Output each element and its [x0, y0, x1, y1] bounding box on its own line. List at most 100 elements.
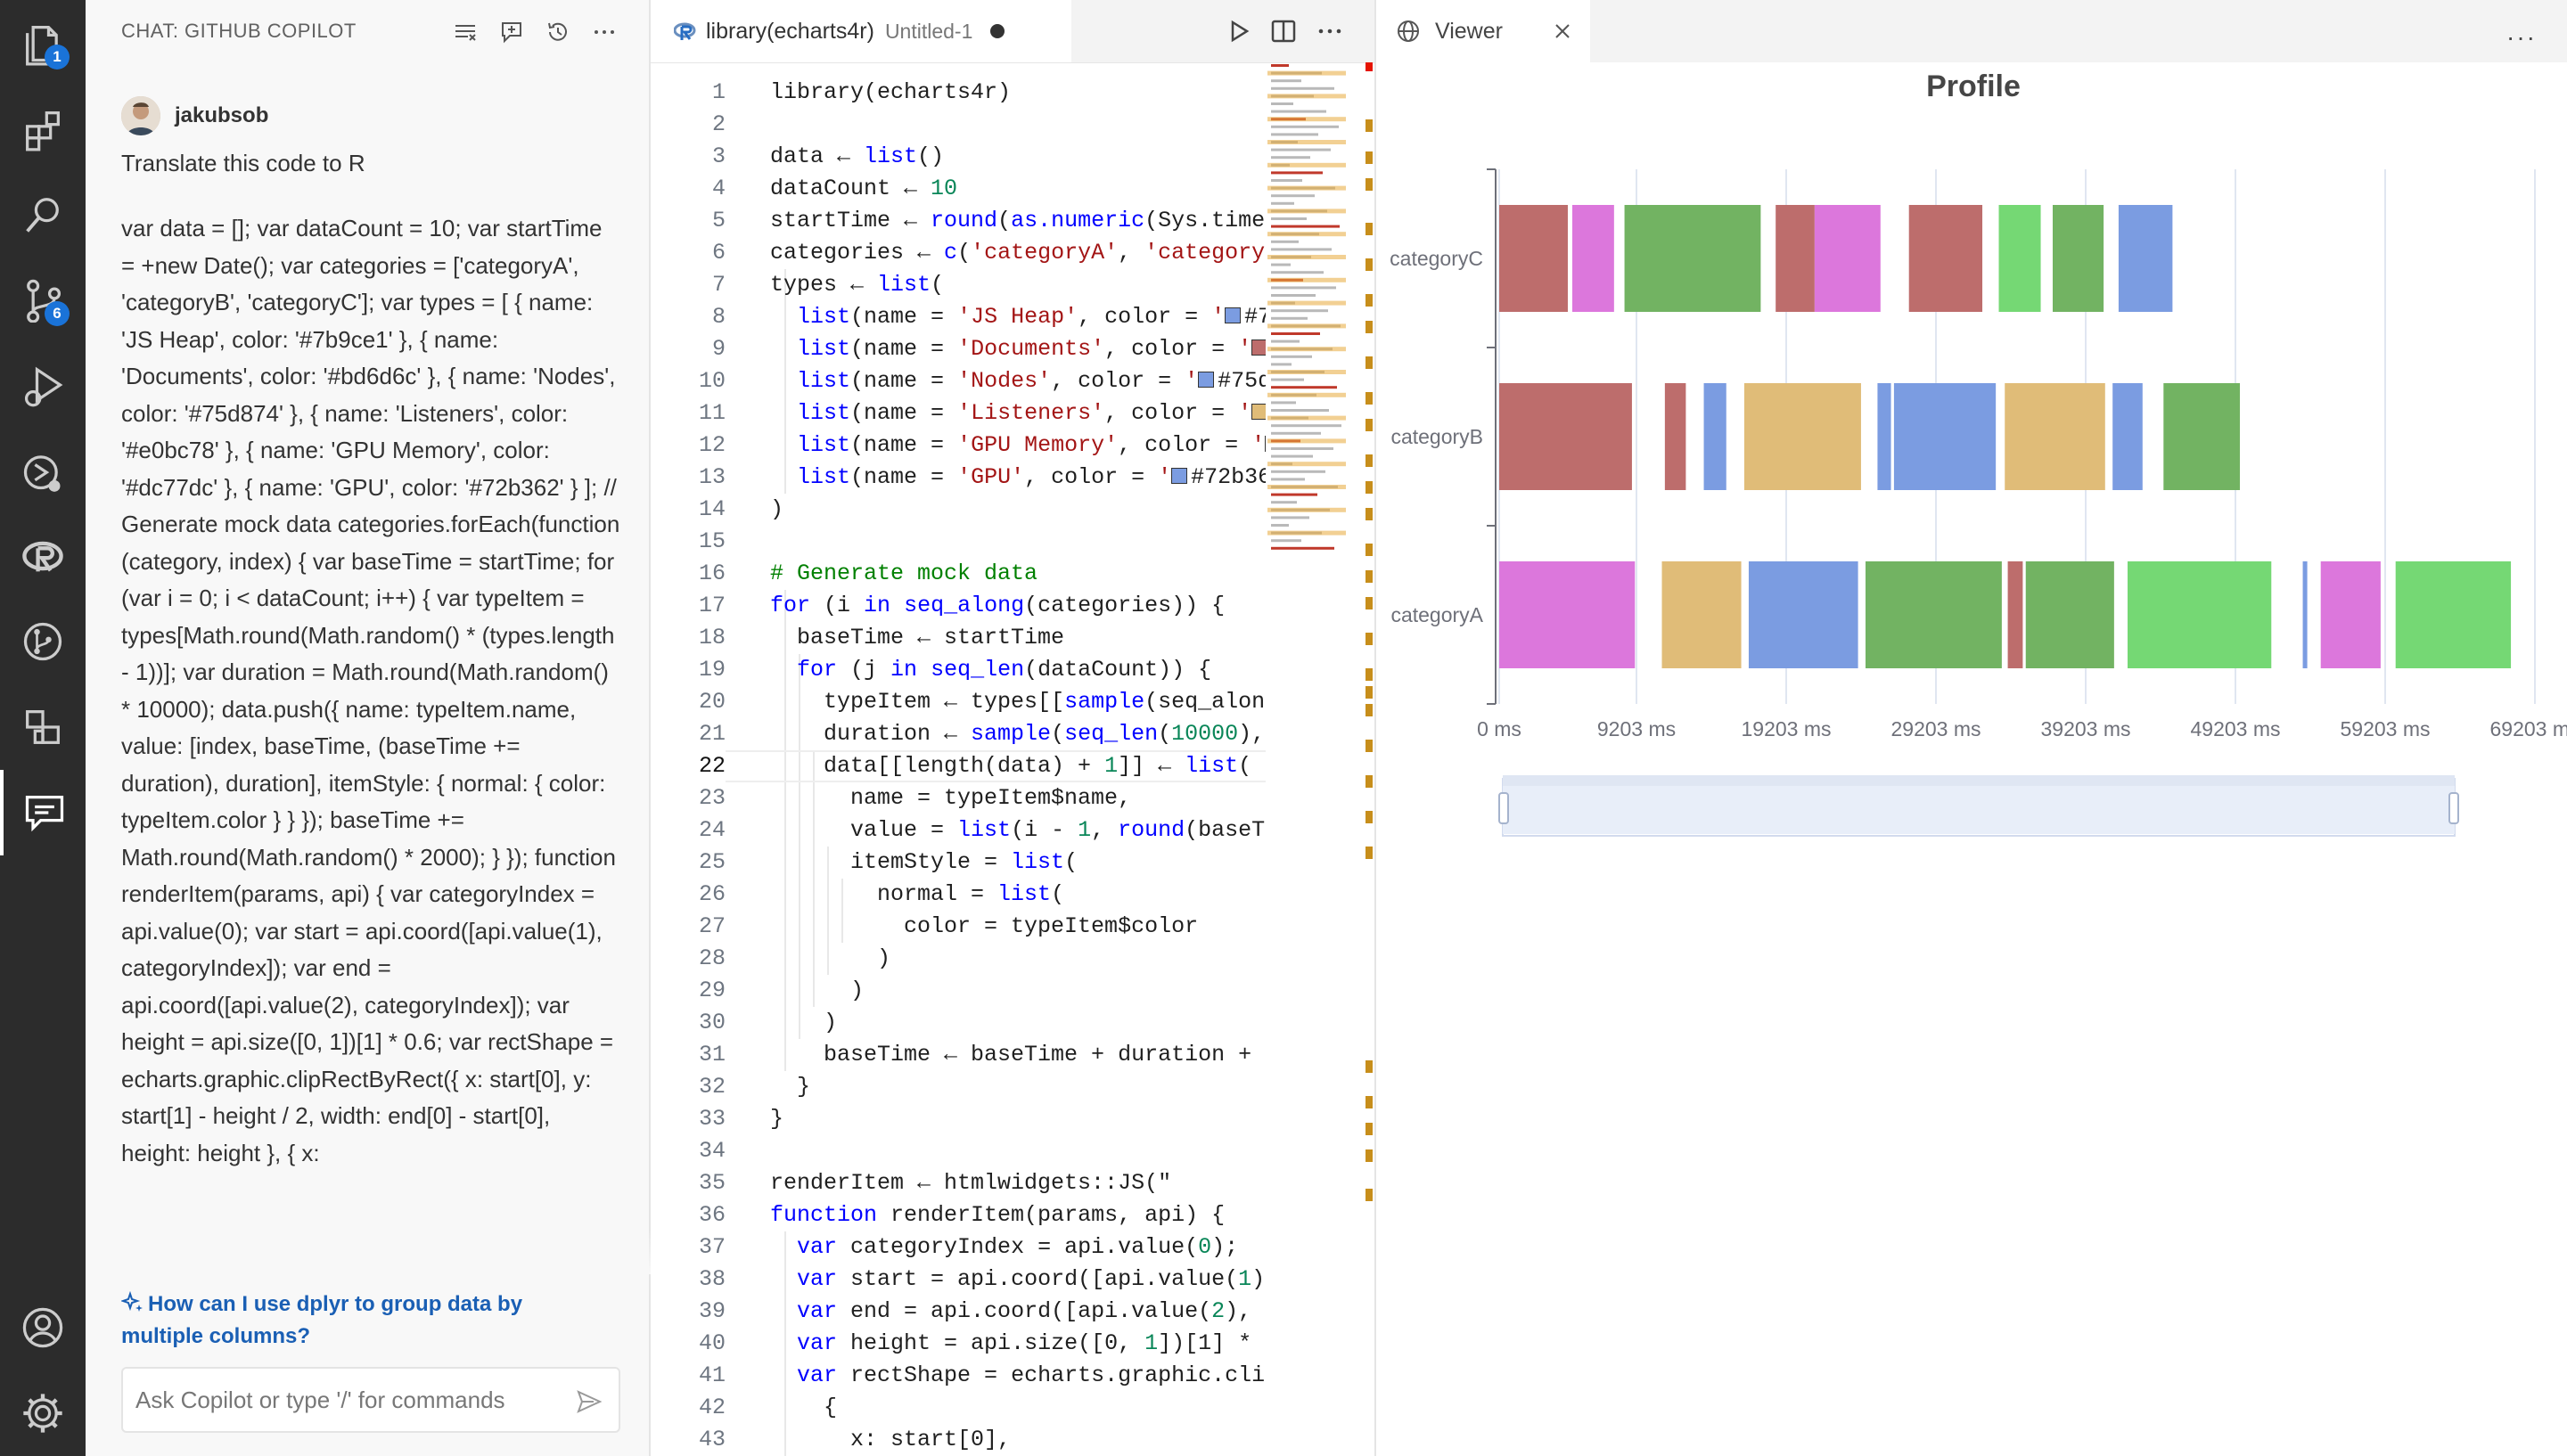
account-button[interactable] [0, 1285, 86, 1370]
profile-bar-js-heap[interactable] [1703, 383, 1726, 490]
profile-bar-listeners[interactable] [1743, 383, 1861, 490]
code-line[interactable]: 6 categories ← c('categoryA', 'category [651, 237, 1266, 269]
code-line[interactable]: 5 startTime ← round(as.numeric(Sys.time [651, 205, 1266, 237]
profile-bar-documents[interactable] [1776, 205, 1815, 312]
code-line[interactable]: 12 list(name = 'GPU Memory', color = ' [651, 429, 1266, 462]
split-editor-icon[interactable] [1269, 17, 1298, 45]
profile-bar-gpu-memory[interactable] [1814, 205, 1881, 312]
run-debug-button[interactable] [0, 342, 86, 428]
code-line[interactable]: 13 list(name = 'GPU', color = ' #72b36 [651, 462, 1266, 494]
git-graph-button[interactable] [0, 599, 86, 684]
code-line[interactable]: 8 list(name = 'JS Heap', color = ' #7 [651, 301, 1266, 333]
profile-bar-js-heap[interactable] [1893, 383, 1997, 490]
code-line[interactable]: 41 var rectShape = echarts.graphic.clip [651, 1360, 1266, 1392]
followup-suggestion[interactable]: How can I use dplyr to group data by mul… [119, 1288, 603, 1353]
profile-bar-gpu[interactable] [2052, 205, 2104, 312]
profile-bar-listeners[interactable] [2005, 383, 2105, 490]
more-actions-icon[interactable] [592, 20, 617, 45]
profile-bar-nodes[interactable] [2127, 561, 2272, 668]
code-line[interactable]: 34 [651, 1135, 1266, 1167]
code-line[interactable]: 16 # Generate mock data [651, 558, 1266, 590]
r-button[interactable] [0, 513, 86, 599]
settings-gear-button[interactable] [0, 1370, 86, 1456]
datazoom-move-handle[interactable] [1503, 775, 2455, 786]
close-icon[interactable] [1553, 21, 1572, 41]
profile-bar-gpu[interactable] [2025, 561, 2114, 668]
chat-button[interactable] [0, 770, 86, 855]
code-line[interactable]: 11 list(name = 'Listeners', color = ' [651, 397, 1266, 429]
code-line[interactable]: 3 data ← list() [651, 141, 1266, 173]
code-line[interactable]: 10 list(name = 'Nodes', color = ' #75d [651, 365, 1266, 397]
viewer-tab[interactable]: Viewer [1376, 0, 1590, 62]
code-line[interactable]: 32 } [651, 1071, 1266, 1103]
code-line[interactable]: 23 name = typeItem$name, [651, 782, 1266, 814]
code-line[interactable]: 25 itemStyle = list( [651, 847, 1266, 879]
code-line[interactable]: 19 for (j in seq_len(dataCount)) { [651, 654, 1266, 686]
code-area[interactable]: 1 library(echarts4r) 2 3 data ← list() 4 dataC… [651, 62, 1266, 1456]
send-icon[interactable] [576, 1388, 603, 1415]
profile-bar-gpu[interactable] [1624, 205, 1761, 312]
profile-bar-js-heap[interactable] [1748, 561, 1858, 668]
unsaved-dot-icon[interactable] [990, 24, 1005, 38]
profile-bar-documents[interactable] [2007, 561, 2023, 668]
code-line[interactable]: 31 baseTime ← baseTime + duration + [651, 1039, 1266, 1071]
profile-bar-documents[interactable] [1908, 205, 1983, 312]
code-line[interactable]: 28 ) [651, 943, 1266, 975]
profile-bar-js-heap[interactable] [1877, 383, 1891, 490]
code-line[interactable]: 2 [651, 109, 1266, 141]
profile-bar-listeners[interactable] [1661, 561, 1742, 668]
profile-bar-gpu-memory[interactable] [1499, 561, 1636, 668]
code-line[interactable]: 7 types ← list( [651, 269, 1266, 301]
profile-bar-gpu[interactable] [2163, 383, 2240, 490]
profile-bar-gpu-memory[interactable] [2320, 561, 2381, 668]
code-line[interactable]: 1 library(echarts4r) [651, 77, 1266, 109]
profile-bar-gpu-memory[interactable] [1571, 205, 1614, 312]
code-line[interactable]: 39 var end = api.coord([api.value(2), c [651, 1296, 1266, 1328]
editor-more-icon[interactable] [1316, 17, 1344, 45]
chat-input[interactable]: Ask Copilot or type '/' for commands [121, 1367, 620, 1433]
profile-bar-js-heap[interactable] [2118, 205, 2173, 312]
search-button[interactable] [0, 171, 86, 257]
code-line[interactable]: 27 color = typeItem$color [651, 911, 1266, 943]
source-control-button[interactable]: 6 [0, 257, 86, 342]
profile-bar-js-heap[interactable] [2112, 383, 2143, 490]
code-line[interactable]: 4 dataCount ← 10 [651, 173, 1266, 205]
code-line[interactable]: 18 baseTime ← startTime [651, 622, 1266, 654]
code-line[interactable]: 17 for (i in seq_along(categories)) { [651, 590, 1266, 622]
extensions-button[interactable] [0, 86, 86, 171]
overview-ruler[interactable] [1364, 62, 1374, 1456]
profile-bar-nodes[interactable] [1998, 205, 2041, 312]
code-line[interactable]: 20 typeItem ← types[[sample(seq_alon [651, 686, 1266, 718]
profile-bar-documents[interactable] [1499, 383, 1632, 490]
viewer-more-icon[interactable]: ··· [2506, 23, 2537, 52]
extensions-2-button[interactable] [0, 684, 86, 770]
code-line[interactable]: 42 { [651, 1392, 1266, 1424]
datazoom-left-handle[interactable] [1498, 792, 1509, 824]
profile-bar-gpu[interactable] [1865, 561, 2002, 668]
code-line[interactable]: 35 renderItem ← htmlwidgets::JS(" [651, 1167, 1266, 1199]
code-line[interactable]: 30 ) [651, 1007, 1266, 1039]
code-line[interactable]: 36 function renderItem(params, api) { [651, 1199, 1266, 1231]
remote-explorer-button[interactable] [0, 428, 86, 513]
code-line[interactable]: 9 list(name = 'Documents', color = ' [651, 333, 1266, 365]
new-chat-icon[interactable] [499, 20, 524, 45]
code-line[interactable]: 24 value = list(i - 1, round(baseTi [651, 814, 1266, 847]
profile-bar-documents[interactable] [1664, 383, 1686, 490]
code-line[interactable]: 29 ) [651, 975, 1266, 1007]
code-line[interactable]: 33} [651, 1103, 1266, 1135]
code-line[interactable]: 37 var categoryIndex = api.value(0); [651, 1231, 1266, 1264]
datazoom-selected-range[interactable] [1503, 781, 2455, 834]
editor-tab[interactable]: library(echarts4r) Untitled-1 [651, 0, 1071, 62]
explorer-button[interactable]: 1 [0, 0, 86, 86]
profile-bar-nodes[interactable] [2395, 561, 2512, 668]
clear-all-icon[interactable] [453, 20, 478, 45]
code-line[interactable]: 40 var height = api.size([0, 1])[1] * 0 [651, 1328, 1266, 1360]
profile-bar-documents[interactable] [1499, 205, 1568, 312]
code-line[interactable]: 26 normal = list( [651, 879, 1266, 911]
code-line[interactable]: 15 [651, 526, 1266, 558]
code-line[interactable]: 43 x: start[0], [651, 1424, 1266, 1456]
minimap[interactable] [1267, 62, 1349, 561]
profile-bar-js-heap[interactable] [2302, 561, 2308, 668]
code-line[interactable]: 22 data[[length(data) + 1]] ← list( [651, 750, 1266, 782]
datazoom-right-handle[interactable] [2448, 792, 2459, 824]
